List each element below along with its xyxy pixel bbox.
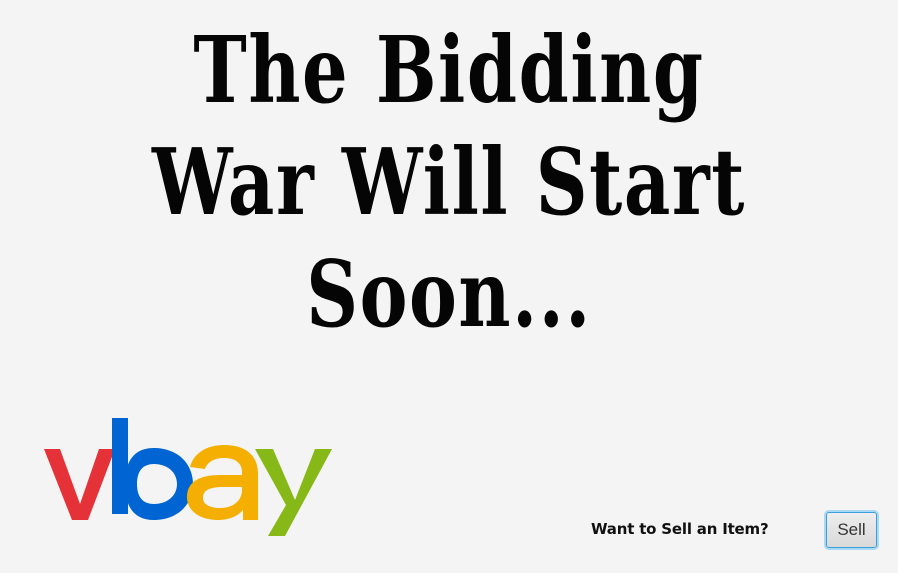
logo-letter-y bbox=[255, 449, 332, 536]
logo-letter-v bbox=[44, 449, 115, 520]
vbay-logo bbox=[44, 418, 332, 536]
sell-button[interactable]: Sell bbox=[826, 512, 877, 548]
headline-line-1: The Bidding bbox=[193, 16, 705, 124]
sell-prompt-label: Want to Sell an Item? bbox=[591, 520, 769, 538]
headline: The Bidding War Will Start Soon... bbox=[0, 14, 898, 350]
logo-letter-a bbox=[187, 445, 258, 520]
headline-line-2: War Will Start bbox=[152, 128, 746, 236]
logo-letter-b bbox=[112, 418, 193, 520]
headline-line-3: Soon... bbox=[306, 240, 592, 348]
